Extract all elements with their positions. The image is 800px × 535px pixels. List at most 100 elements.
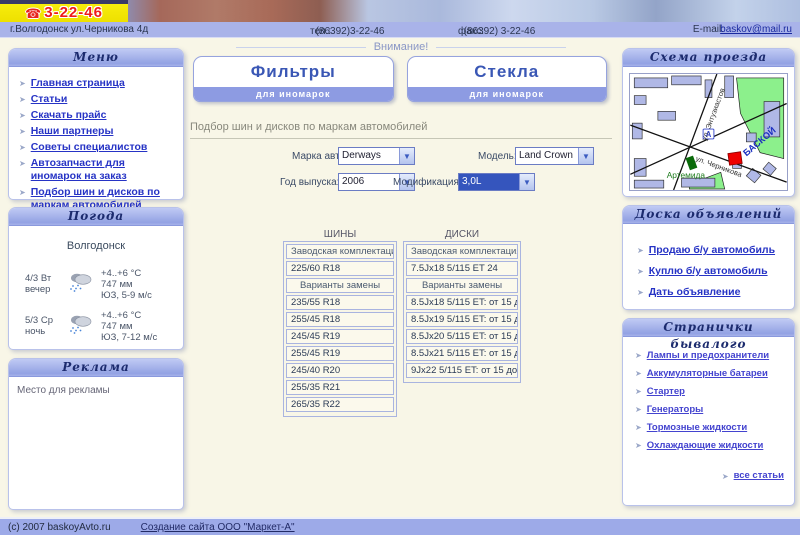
header-photo-banner: ☎ 3-22-46 [0, 0, 800, 22]
tips-item-link[interactable]: Аккумуляторные батареи [647, 367, 768, 380]
board-item-link[interactable]: Куплю б/у автомобиль [649, 265, 768, 278]
ads-panel-title: Реклама [9, 359, 183, 377]
location-map: А ул. Энтузиастов ул. Черникова БАСКОЙ А… [629, 73, 788, 191]
phone-banner: ☎ 3-22-46 [0, 0, 128, 22]
site-credits-link[interactable]: Создание сайта ООО "Маркет-А" [141, 522, 295, 533]
tips-item[interactable]: ➤ Лампы и предохранители [635, 349, 788, 362]
page: ☎ 3-22-46 г.Волгодонск ул.Черникова 4д т… [0, 0, 800, 535]
brand-select-value: Derways [339, 148, 399, 164]
brand-select[interactable]: Derways ▼ [338, 147, 415, 165]
copyright-text: (c) 2007 baskoyAvto.ru [8, 522, 111, 533]
arrow-bullet-icon: ➤ [19, 125, 26, 138]
table-row: 235/55 R18 [286, 295, 394, 310]
table-row: 225/60 R18 [286, 261, 394, 276]
table-row: 8.5Jx19 5/115 ET: от 15 до 22 [406, 312, 518, 327]
address-text: г.Волгодонск ул.Черникова 4д [10, 24, 148, 35]
fax-text: факс: (86392) 3-22-46 [458, 24, 464, 35]
table-row: 245/40 R20 [286, 363, 394, 378]
menu-item-link[interactable]: Наши партнеры [31, 125, 114, 138]
board-item[interactable]: ➤ Продаю б/у автомобиль [637, 244, 788, 257]
board-item[interactable]: ➤ Дать объявление [637, 286, 788, 299]
tips-item[interactable]: ➤ Тормозные жидкости [635, 421, 788, 434]
modification-label: Модификация: [393, 177, 462, 188]
table-row: 8.5Jx18 5/115 ET: от 15 до 22 [406, 295, 518, 310]
menu-item-link[interactable]: Статьи [31, 93, 68, 106]
menu-item[interactable]: ➤ Главная страница [19, 77, 177, 90]
arrow-bullet-icon: ➤ [635, 367, 642, 380]
menu-item-link[interactable]: Советы специалистов [31, 141, 148, 154]
menu-item[interactable]: ➤ Скачать прайс [19, 109, 177, 122]
menu-item[interactable]: ➤ Автозапчасти для иномарок на заказ [19, 157, 177, 183]
contact-bar: г.Волгодонск ул.Черникова 4д тел.: (8639… [0, 22, 800, 38]
menu-item-link[interactable]: Скачать прайс [31, 109, 107, 122]
board-list: ➤ Продаю б/у автомобиль ➤ Куплю б/у авто… [623, 224, 794, 299]
weather-wind: ЮЗ, 7-12 м/с [101, 332, 157, 343]
tips-item-link[interactable]: Стартер [647, 385, 685, 398]
board-item-link[interactable]: Продаю б/у автомобиль [649, 244, 775, 257]
tips-item-link[interactable]: Генераторы [647, 403, 704, 416]
tires-table-title: ШИНЫ [283, 229, 397, 240]
table-row: 265/35 R22 [286, 397, 394, 412]
tips-item[interactable]: ➤ Аккумуляторные батареи [635, 367, 788, 380]
tips-item[interactable]: ➤ Охлаждающие жидкости [635, 439, 788, 452]
arrow-bullet-icon: ➤ [19, 141, 26, 154]
weather-panel: Погода Волгодонск 4/3 Вт вечер [8, 207, 184, 350]
board-item[interactable]: ➤ Куплю б/у автомобиль [637, 265, 788, 278]
tips-list: ➤ Лампы и предохранители ➤ Аккумуляторны… [623, 337, 794, 452]
tips-item[interactable]: ➤ Генераторы [635, 403, 788, 416]
weather-row: 5/3 Ср ночь +4..+6 °C 747 мм ЮЗ, 7-12 [25, 310, 183, 343]
ads-panel: Реклама Место для рекламы [8, 358, 184, 510]
weather-row: 4/3 Вт вечер +4..+6 °C 747 мм ЮЗ, 5-9 [25, 268, 183, 301]
board-item-link[interactable]: Дать объявление [649, 286, 741, 299]
glass-banner-title: Стекла [408, 57, 607, 87]
weather-city: Волгодонск [9, 240, 183, 252]
weather-temp: +4..+6 °C [101, 268, 152, 279]
arrow-bullet-icon: ➤ [635, 439, 642, 452]
filters-banner-button[interactable]: Фильтры для иномарок [193, 56, 394, 102]
all-articles-row: ➤ все статьи [623, 470, 784, 483]
tires-table: Заводская комплектация 225/60 R18 Вариан… [283, 241, 397, 417]
tips-item-link[interactable]: Тормозные жидкости [647, 421, 747, 434]
promo-banners: Фильтры для иномарок Стекла для иномарок [193, 56, 607, 102]
arrow-bullet-icon: ➤ [637, 265, 644, 278]
chevron-down-icon[interactable]: ▼ [399, 148, 414, 164]
menu-item-link[interactable]: Автозапчасти для иномарок на заказ [31, 157, 177, 183]
email-link[interactable]: baskov@mail.ru [720, 24, 792, 35]
footer-bar: (c) 2007 baskoyAvto.ru Создание сайта ОО… [0, 517, 800, 535]
table-row: 255/45 R19 [286, 346, 394, 361]
tips-item-link[interactable]: Лампы и предохранители [647, 349, 769, 362]
arrow-bullet-icon: ➤ [637, 244, 644, 257]
disks-table-title: ДИСКИ [403, 229, 521, 240]
year-select-value: 2006 [339, 174, 399, 190]
weather-time: вечер [25, 284, 61, 295]
modification-select[interactable]: 3,0L ▼ [458, 173, 535, 191]
tips-item-link[interactable]: Охлаждающие жидкости [647, 439, 764, 452]
table-row: 245/45 R19 [286, 329, 394, 344]
disks-variants-header: Варианты замены [406, 278, 518, 293]
menu-item[interactable]: ➤ Советы специалистов [19, 141, 177, 154]
map-panel: Схема проезда [622, 48, 795, 197]
chevron-down-icon[interactable]: ▼ [578, 148, 593, 164]
glass-banner-button[interactable]: Стекла для иномарок [407, 56, 608, 102]
arrow-bullet-icon: ➤ [19, 157, 26, 183]
weather-time: ночь [25, 326, 61, 337]
all-articles-link[interactable]: все статьи [734, 470, 784, 483]
table-row: 255/35 R21 [286, 380, 394, 395]
attention-text: Внимание! [374, 41, 429, 53]
menu-item[interactable]: ➤ Статьи [19, 93, 177, 106]
tips-item[interactable]: ➤ Стартер [635, 385, 788, 398]
ads-placeholder: Место для рекламы [9, 377, 183, 404]
model-select[interactable]: Land Crown ▼ [515, 147, 594, 165]
disks-factory-rows: 7.5Jx18 5/115 ET 24 [406, 261, 518, 276]
map-panel-title: Схема проезда [623, 49, 794, 67]
tires-factory-header: Заводская комплектация [286, 244, 394, 259]
chevron-down-icon[interactable]: ▼ [519, 174, 534, 190]
weather-pressure: 747 мм [101, 279, 152, 290]
table-row: 9Jx22 5/115 ET: от 15 до 22 [406, 363, 518, 378]
weather-pressure: 747 мм [101, 321, 157, 332]
disks-table: Заводская комплектация 7.5Jx18 5/115 ET … [403, 241, 521, 383]
arrow-bullet-icon: ➤ [19, 109, 26, 122]
menu-item[interactable]: ➤ Наши партнеры [19, 125, 177, 138]
weather-panel-title: Погода [9, 208, 183, 226]
menu-item-link[interactable]: Главная страница [31, 77, 125, 90]
